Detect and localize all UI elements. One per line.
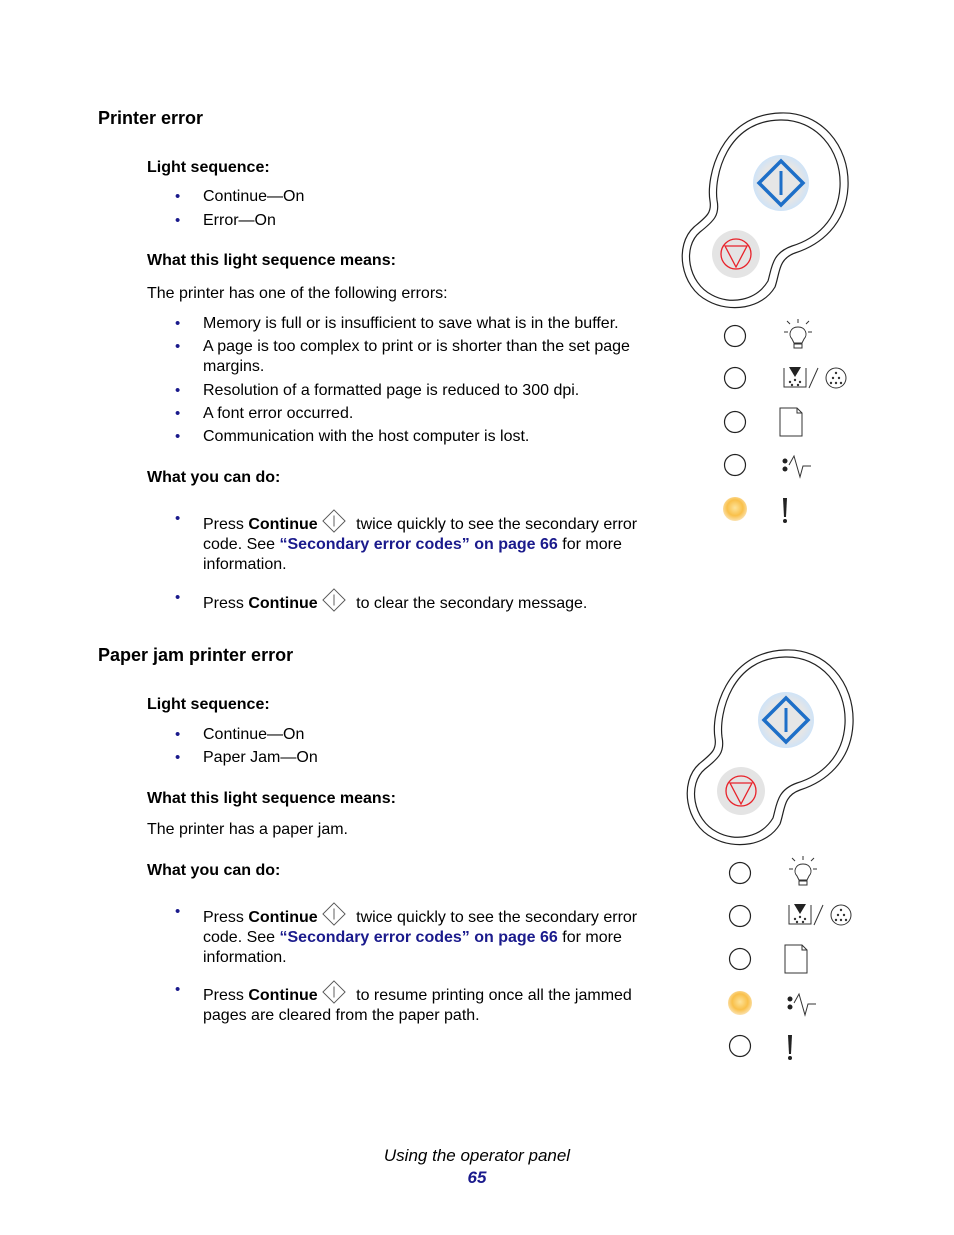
ready-light (723, 324, 747, 348)
list-item: • Error—On (175, 212, 276, 229)
action-item: • Press Continue to resume printing once … (175, 980, 632, 1024)
continue-button[interactable] (758, 692, 814, 748)
list-item: • Continue—On (175, 726, 305, 743)
panel-outline (686, 649, 854, 846)
means-heading: What this light sequence means: (147, 252, 396, 269)
error-light-on (723, 497, 747, 521)
paper-jam-icon (782, 454, 811, 479)
paper-light (728, 947, 752, 971)
paper-light (723, 410, 747, 434)
list-item: • Paper Jam—On (175, 749, 318, 766)
error-exclamation-icon (783, 498, 787, 523)
list-item: • A font error occurred. (175, 405, 354, 422)
action-item: • Press Continue twice quickly to see the… (175, 902, 638, 966)
what-you-can-do-heading: What you can do: (147, 469, 281, 486)
continue-icon (322, 509, 346, 533)
section-title: Printer error (98, 108, 204, 128)
ready-lightbulb-icon (789, 856, 817, 886)
light-sequence-heading: Light sequence: (147, 159, 270, 176)
list-item: • Communication with the host computer is… (175, 428, 530, 445)
list-item: • Resolution of a formatted page is reduc… (175, 382, 580, 399)
ready-light (728, 861, 752, 885)
stop-button[interactable] (712, 230, 760, 278)
ready-lightbulb-icon (784, 319, 812, 349)
load-paper-icon (784, 944, 808, 974)
what-you-can-do-heading: What you can do: (147, 862, 281, 879)
means-heading: What this light sequence means: (147, 790, 396, 807)
list-item: • Memory is full or is insufficient to sa… (175, 315, 619, 332)
toner-light (728, 904, 752, 928)
toner-light (723, 366, 747, 390)
paper-jam-icon (787, 992, 816, 1017)
load-paper-icon (779, 407, 803, 437)
light-sequence-heading: Light sequence: (147, 696, 270, 713)
toner-low-icon (788, 904, 852, 926)
means-text: The printer has a paper jam. (147, 821, 348, 838)
continue-button[interactable] (753, 155, 809, 211)
panel-outline (681, 112, 849, 309)
secondary-error-codes-link[interactable]: “Secondary error codes” on page 66 (280, 536, 558, 553)
operator-panel-illustration (681, 112, 849, 523)
stop-button[interactable] (717, 767, 765, 815)
list-item: • A page is too complex to print or is sh… (175, 338, 630, 375)
action-item: • Press Continue twice quickly to see the… (175, 509, 638, 573)
jam-light-on (728, 991, 752, 1015)
footer-title: Using the operator panel (383, 1146, 571, 1165)
continue-icon (322, 902, 346, 926)
error-light (728, 1034, 752, 1058)
error-exclamation-icon (788, 1035, 792, 1060)
continue-icon (322, 980, 346, 1004)
list-item: • Continue—On (175, 188, 305, 205)
action-item: • Press Continue to clear the secondary m… (175, 588, 588, 612)
secondary-error-codes-link[interactable]: “Secondary error codes” on page 66 (280, 929, 558, 946)
toner-low-icon (783, 367, 847, 389)
means-text: The printer has one of the following err… (147, 285, 448, 302)
operator-panel-illustration (686, 649, 854, 1060)
jam-light (723, 453, 747, 477)
section-title: Paper jam printer error (98, 645, 294, 665)
page-number: 65 (467, 1168, 487, 1187)
continue-icon (322, 588, 346, 612)
